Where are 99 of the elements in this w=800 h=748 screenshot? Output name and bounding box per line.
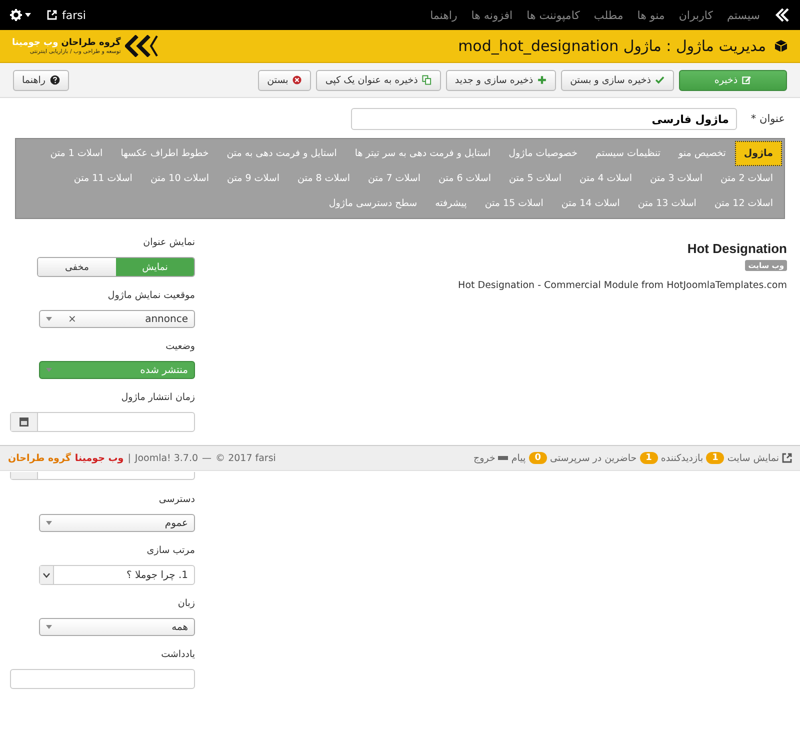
version-text: Joomla! 3.7.0 — [134, 452, 198, 464]
toolbar-button[interactable]: ذخیره — [679, 70, 787, 90]
tab[interactable]: اسلات 1 متن — [41, 141, 112, 166]
tab[interactable]: تنظیمات سیستم — [586, 141, 670, 166]
title-input[interactable]: ماژول فارسی — [350, 108, 737, 130]
caret-icon — [25, 13, 31, 17]
dropdown[interactable]: همه — [39, 618, 195, 636]
close-icon — [292, 75, 302, 85]
minus-icon — [498, 456, 508, 460]
view-site-link[interactable]: نمایش سایت — [727, 452, 779, 464]
dash: — — [202, 452, 212, 464]
external-link-icon — [47, 10, 57, 20]
tab[interactable]: اسلات 4 متن — [570, 166, 641, 191]
copy-icon — [422, 75, 432, 85]
menu-item[interactable]: مطلب — [594, 8, 624, 22]
tab[interactable]: استایل و فرمت دهی به متن — [218, 141, 346, 166]
plus-icon — [537, 75, 548, 85]
help-button[interactable]: راهنما — [13, 70, 68, 90]
toggle-option[interactable]: مخفی — [38, 258, 116, 276]
settings-icon — [10, 9, 22, 21]
tab[interactable]: اسلات 3 متن — [641, 166, 712, 191]
chevron-down-icon — [43, 572, 50, 578]
check-icon — [655, 75, 665, 85]
tab[interactable]: پیشرفته — [426, 191, 476, 216]
tab[interactable]: سطح دسترسی ماژول — [320, 191, 426, 216]
double-chevron-icon[interactable] — [774, 8, 790, 22]
visitors-label: بازدیدکننده — [660, 452, 704, 464]
visitors-count: 1 — [706, 452, 724, 464]
field-label: مرتب سازی — [146, 545, 195, 558]
toolbar-button[interactable]: ذخیره سازی و جدید — [446, 70, 556, 90]
toolbar-button[interactable]: بستن — [258, 70, 312, 90]
menu-item[interactable]: سیستم — [727, 8, 760, 22]
help-icon — [50, 75, 60, 85]
settings-menu[interactable] — [10, 9, 31, 21]
status-select[interactable]: منتشر شده — [39, 361, 195, 379]
field-label: زمان انتشار ماژول — [121, 392, 195, 405]
dropdown[interactable]: عموم — [39, 514, 195, 532]
tab[interactable]: استایل و فرمت دهی به سر تیتر ها — [346, 141, 500, 166]
dropdown[interactable]: annonce × — [39, 310, 195, 328]
clear-button[interactable]: × — [68, 314, 76, 324]
edit-icon — [742, 75, 752, 85]
menu-item[interactable]: کاربران — [678, 8, 713, 22]
caret-icon — [46, 625, 52, 629]
tab[interactable]: اسلات 15 متن — [476, 191, 552, 216]
tab[interactable]: اسلات 9 متن — [218, 166, 288, 191]
tab[interactable]: اسلات 5 متن — [500, 166, 570, 191]
tab[interactable]: اسلات 6 متن — [430, 166, 500, 191]
credit-brand[interactable]: وب جومینا — [74, 452, 124, 464]
chevron-logo-icon — [124, 35, 159, 57]
logo-name: گروه طراحان — [61, 38, 121, 48]
tab[interactable]: تخصیص منو — [670, 141, 735, 166]
admins-label: حاضرین در سرپرستی — [550, 452, 637, 464]
messages-link[interactable]: پیام — [511, 452, 526, 464]
tab[interactable]: اسلات 13 متن — [628, 191, 706, 216]
menu-item[interactable]: کامپوننت ها — [526, 8, 580, 22]
field-label: وضعیت — [166, 341, 195, 354]
messages-count: 0 — [528, 452, 547, 464]
copyright-text: © 2017 farsi — [216, 452, 276, 464]
logout-link[interactable]: خروج — [474, 452, 496, 464]
menu-item[interactable]: راهنما — [430, 8, 458, 22]
user-link[interactable]: farsi — [47, 8, 86, 22]
field-label: دسترسی — [158, 494, 195, 507]
caret-icon — [46, 317, 52, 321]
admins-count: 1 — [640, 452, 658, 464]
module-description: Hot Designation - Commercial Module from HotJoomlaTemplates.com — [458, 280, 787, 291]
tab[interactable]: اسلات 11 متن — [64, 166, 142, 191]
external-link-icon — [782, 453, 792, 463]
ordering-select[interactable]: 1. چرا جوملا ؟ — [39, 565, 195, 585]
tab[interactable]: ماژول — [734, 141, 782, 166]
toolbar-button[interactable]: ذخیره به عنوان یک کپی — [316, 70, 441, 90]
date-field[interactable] — [10, 412, 195, 432]
separator: | — [128, 452, 131, 464]
calendar-icon — [19, 417, 29, 427]
caret-icon — [46, 521, 52, 525]
tab[interactable]: اسلات 12 متن — [705, 191, 782, 216]
toolbar-button[interactable]: ذخیره سازی و بستن — [561, 70, 674, 90]
tab[interactable]: خصوصیات ماژول — [500, 141, 586, 166]
field-label: نمایش عنوان — [143, 237, 195, 250]
field-label: یادداشت — [161, 649, 195, 662]
field-label: موقعیت نمایش ماژول — [108, 290, 195, 303]
tab[interactable]: خطوط اطراف عکسها — [112, 141, 218, 166]
tab[interactable]: اسلات 10 متن — [141, 166, 218, 191]
menu-item[interactable]: افزونه ها — [471, 8, 513, 22]
date-field[interactable] — [10, 472, 195, 480]
tab[interactable]: اسلات 7 متن — [359, 166, 430, 191]
cube-icon — [774, 39, 788, 53]
note-field[interactable] — [10, 669, 195, 689]
tab[interactable]: اسلات 2 متن — [712, 166, 782, 191]
caret-icon — [46, 368, 52, 372]
field-label: زبان — [178, 598, 195, 611]
tab[interactable]: اسلات 8 متن — [288, 166, 359, 191]
credit-name[interactable]: گروه طراحان — [8, 452, 71, 464]
module-title: Hot Designation — [687, 241, 787, 256]
menu-item[interactable]: منو ها — [637, 8, 665, 22]
page-title: مدیریت ماژول : ماژول mod_hot_designation — [458, 37, 766, 55]
logo-brand: وب جومینا — [12, 38, 58, 48]
title-label: عنوان * — [750, 113, 785, 125]
tab[interactable]: اسلات 14 متن — [552, 191, 629, 216]
toggle-option[interactable]: نمایش — [116, 258, 194, 276]
